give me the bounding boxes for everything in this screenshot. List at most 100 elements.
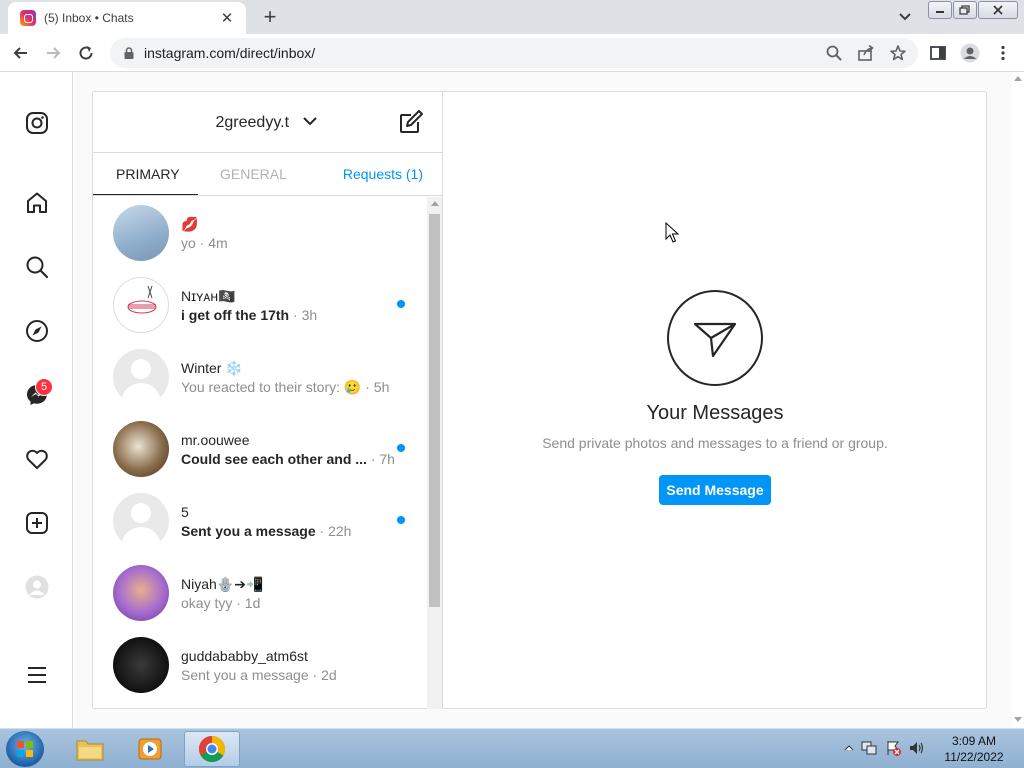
thread-name: Niyah🪬➔📲 [181, 576, 264, 592]
create-post-icon[interactable] [24, 510, 50, 536]
share-icon[interactable] [857, 44, 875, 62]
action-center-flag-icon[interactable] [884, 739, 902, 757]
show-hidden-icons-icon[interactable] [844, 743, 854, 753]
system-tray [844, 737, 926, 759]
instagram-left-rail: 5 [0, 72, 73, 728]
tab-title: (5) Inbox • Chats [44, 11, 134, 25]
thread-preview: You reacted to their story: 🥲 · 5h [181, 379, 390, 395]
network-icon[interactable] [860, 739, 878, 757]
tab-search-chevron-icon[interactable] [896, 8, 914, 26]
search-icon[interactable] [24, 254, 50, 280]
browser-toolbar: instagram.com/direct/inbox/ [0, 34, 1024, 72]
direct-messages-panel: 2greedyy.t PRIMARY GENERAL Requests (1) … [92, 91, 987, 709]
folder-icon [76, 740, 104, 761]
active-tab-indicator [93, 194, 198, 195]
browser-tab-strip: (5) Inbox • Chats ✕ + [0, 0, 1024, 34]
volume-icon[interactable] [908, 739, 926, 757]
inbox-column: 2greedyy.t PRIMARY GENERAL Requests (1) … [93, 92, 443, 709]
taskbar-chrome[interactable] [184, 731, 240, 767]
empty-state-subtitle: Send private photos and messages to a fr… [542, 435, 888, 451]
reload-icon [79, 46, 93, 60]
zoom-search-icon[interactable] [825, 44, 843, 62]
page-scrollbar[interactable] [1012, 72, 1024, 728]
messages-notification-badge: 5 [35, 378, 53, 396]
windows-logo-icon [17, 741, 33, 757]
avatar [113, 205, 169, 261]
close-tab-icon[interactable]: ✕ [218, 9, 236, 27]
tab-general[interactable]: GENERAL [220, 166, 287, 182]
clock-date: 11/22/2022 [944, 750, 1004, 764]
thread-name: Winter ❄️ [181, 360, 243, 376]
conversation-empty-state: Your Messages Send private photos and me… [444, 92, 986, 708]
explore-compass-icon[interactable] [24, 318, 50, 344]
new-tab-button[interactable]: + [258, 5, 282, 29]
requests-link[interactable]: Requests (1) [343, 166, 423, 182]
more-vertical-icon[interactable] [994, 44, 1012, 62]
taskbar-file-explorer[interactable] [62, 731, 118, 767]
new-message-compose-icon[interactable] [398, 109, 424, 135]
thread-name: 💋 [181, 216, 199, 232]
send-message-button[interactable]: Send Message [659, 475, 771, 505]
address-bar[interactable]: instagram.com/direct/inbox/ [110, 38, 918, 68]
chrome-icon [198, 735, 226, 763]
tab-primary[interactable]: PRIMARY [116, 166, 180, 182]
inbox-tabs: PRIMARY GENERAL Requests (1) [93, 153, 442, 196]
taskbar-media-player[interactable] [122, 731, 178, 767]
thread-name: 5 [181, 504, 189, 520]
restore-button[interactable] [953, 1, 977, 19]
thread-preview: Could see each other and ... · 7h [181, 451, 395, 467]
thread-preview: okay tyy · 1d [181, 595, 261, 611]
minimize-button[interactable] [928, 1, 952, 19]
scroll-up-arrow-icon[interactable] [431, 201, 439, 206]
unread-dot [397, 516, 405, 524]
home-icon[interactable] [24, 190, 50, 216]
avatar [113, 565, 169, 621]
thread-row[interactable]: 💋 yo · 4m [93, 197, 426, 269]
thread-row[interactable]: Winter ❄️ You reacted to their story: 🥲 … [93, 341, 426, 413]
back-arrow-icon [13, 47, 27, 59]
thread-list-scrollbar[interactable] [427, 197, 442, 709]
instagram-logo-icon[interactable] [24, 110, 50, 136]
thread-row[interactable]: 5 Sent you a message · 22h [93, 485, 426, 557]
thread-row[interactable]: Nɪʏᴀʜ🏴‍☠️ i get off the 17th · 3h [93, 269, 426, 341]
browser-tab[interactable]: (5) Inbox • Chats ✕ [8, 2, 246, 34]
profile-avatar-icon[interactable] [960, 43, 980, 63]
thread-row[interactable]: mr.oouwee Could see each other and ... ·… [93, 413, 426, 485]
back-button[interactable] [8, 40, 34, 66]
paper-plane-icon [667, 290, 763, 386]
taskbar-clock[interactable]: 3:09 AM 11/22/2022 [940, 733, 1008, 765]
scrollbar-thumb[interactable] [429, 214, 440, 607]
thread-row[interactable]: Niyah🪬➔📲 okay tyy · 1d [93, 557, 426, 629]
thread-name: Nɪʏᴀʜ🏴‍☠️ [181, 288, 236, 304]
media-player-icon [138, 738, 162, 760]
thread-name: mr.oouwee [181, 432, 250, 448]
side-panel-icon[interactable] [929, 44, 947, 62]
forward-button[interactable] [40, 40, 66, 66]
account-switcher[interactable]: 2greedyy.t [93, 112, 442, 132]
thread-list: 💋 yo · 4m Nɪʏᴀʜ🏴‍☠️ i get off the 17th ·… [93, 197, 426, 709]
reload-button[interactable] [73, 40, 99, 66]
profile-avatar[interactable] [24, 574, 50, 600]
inbox-header: 2greedyy.t [93, 92, 442, 153]
thread-preview: yo · 4m [181, 235, 228, 251]
page-scroll-down-icon[interactable] [1014, 717, 1022, 722]
instagram-favicon-icon [20, 10, 36, 26]
bookmark-star-icon[interactable] [889, 44, 907, 62]
account-username: 2greedyy.t [215, 114, 290, 131]
avatar [113, 277, 169, 333]
avatar [113, 349, 169, 405]
url-text: instagram.com/direct/inbox/ [144, 45, 316, 61]
notifications-heart-icon[interactable] [24, 446, 50, 472]
more-menu-icon[interactable] [24, 662, 50, 688]
thread-preview: Sent you a message · 22h [181, 523, 352, 539]
avatar [113, 421, 169, 477]
avatar [113, 493, 169, 549]
forward-arrow-icon [47, 47, 61, 59]
start-button[interactable] [6, 731, 44, 767]
chevron-down-icon [303, 117, 318, 126]
page-scroll-up-icon[interactable] [1014, 76, 1022, 81]
window-close-button[interactable] [978, 1, 1018, 19]
avatar [113, 637, 169, 693]
mouse-cursor-icon [665, 222, 679, 243]
thread-row[interactable]: guddababby_atm6st Sent you a message · 2… [93, 629, 426, 701]
